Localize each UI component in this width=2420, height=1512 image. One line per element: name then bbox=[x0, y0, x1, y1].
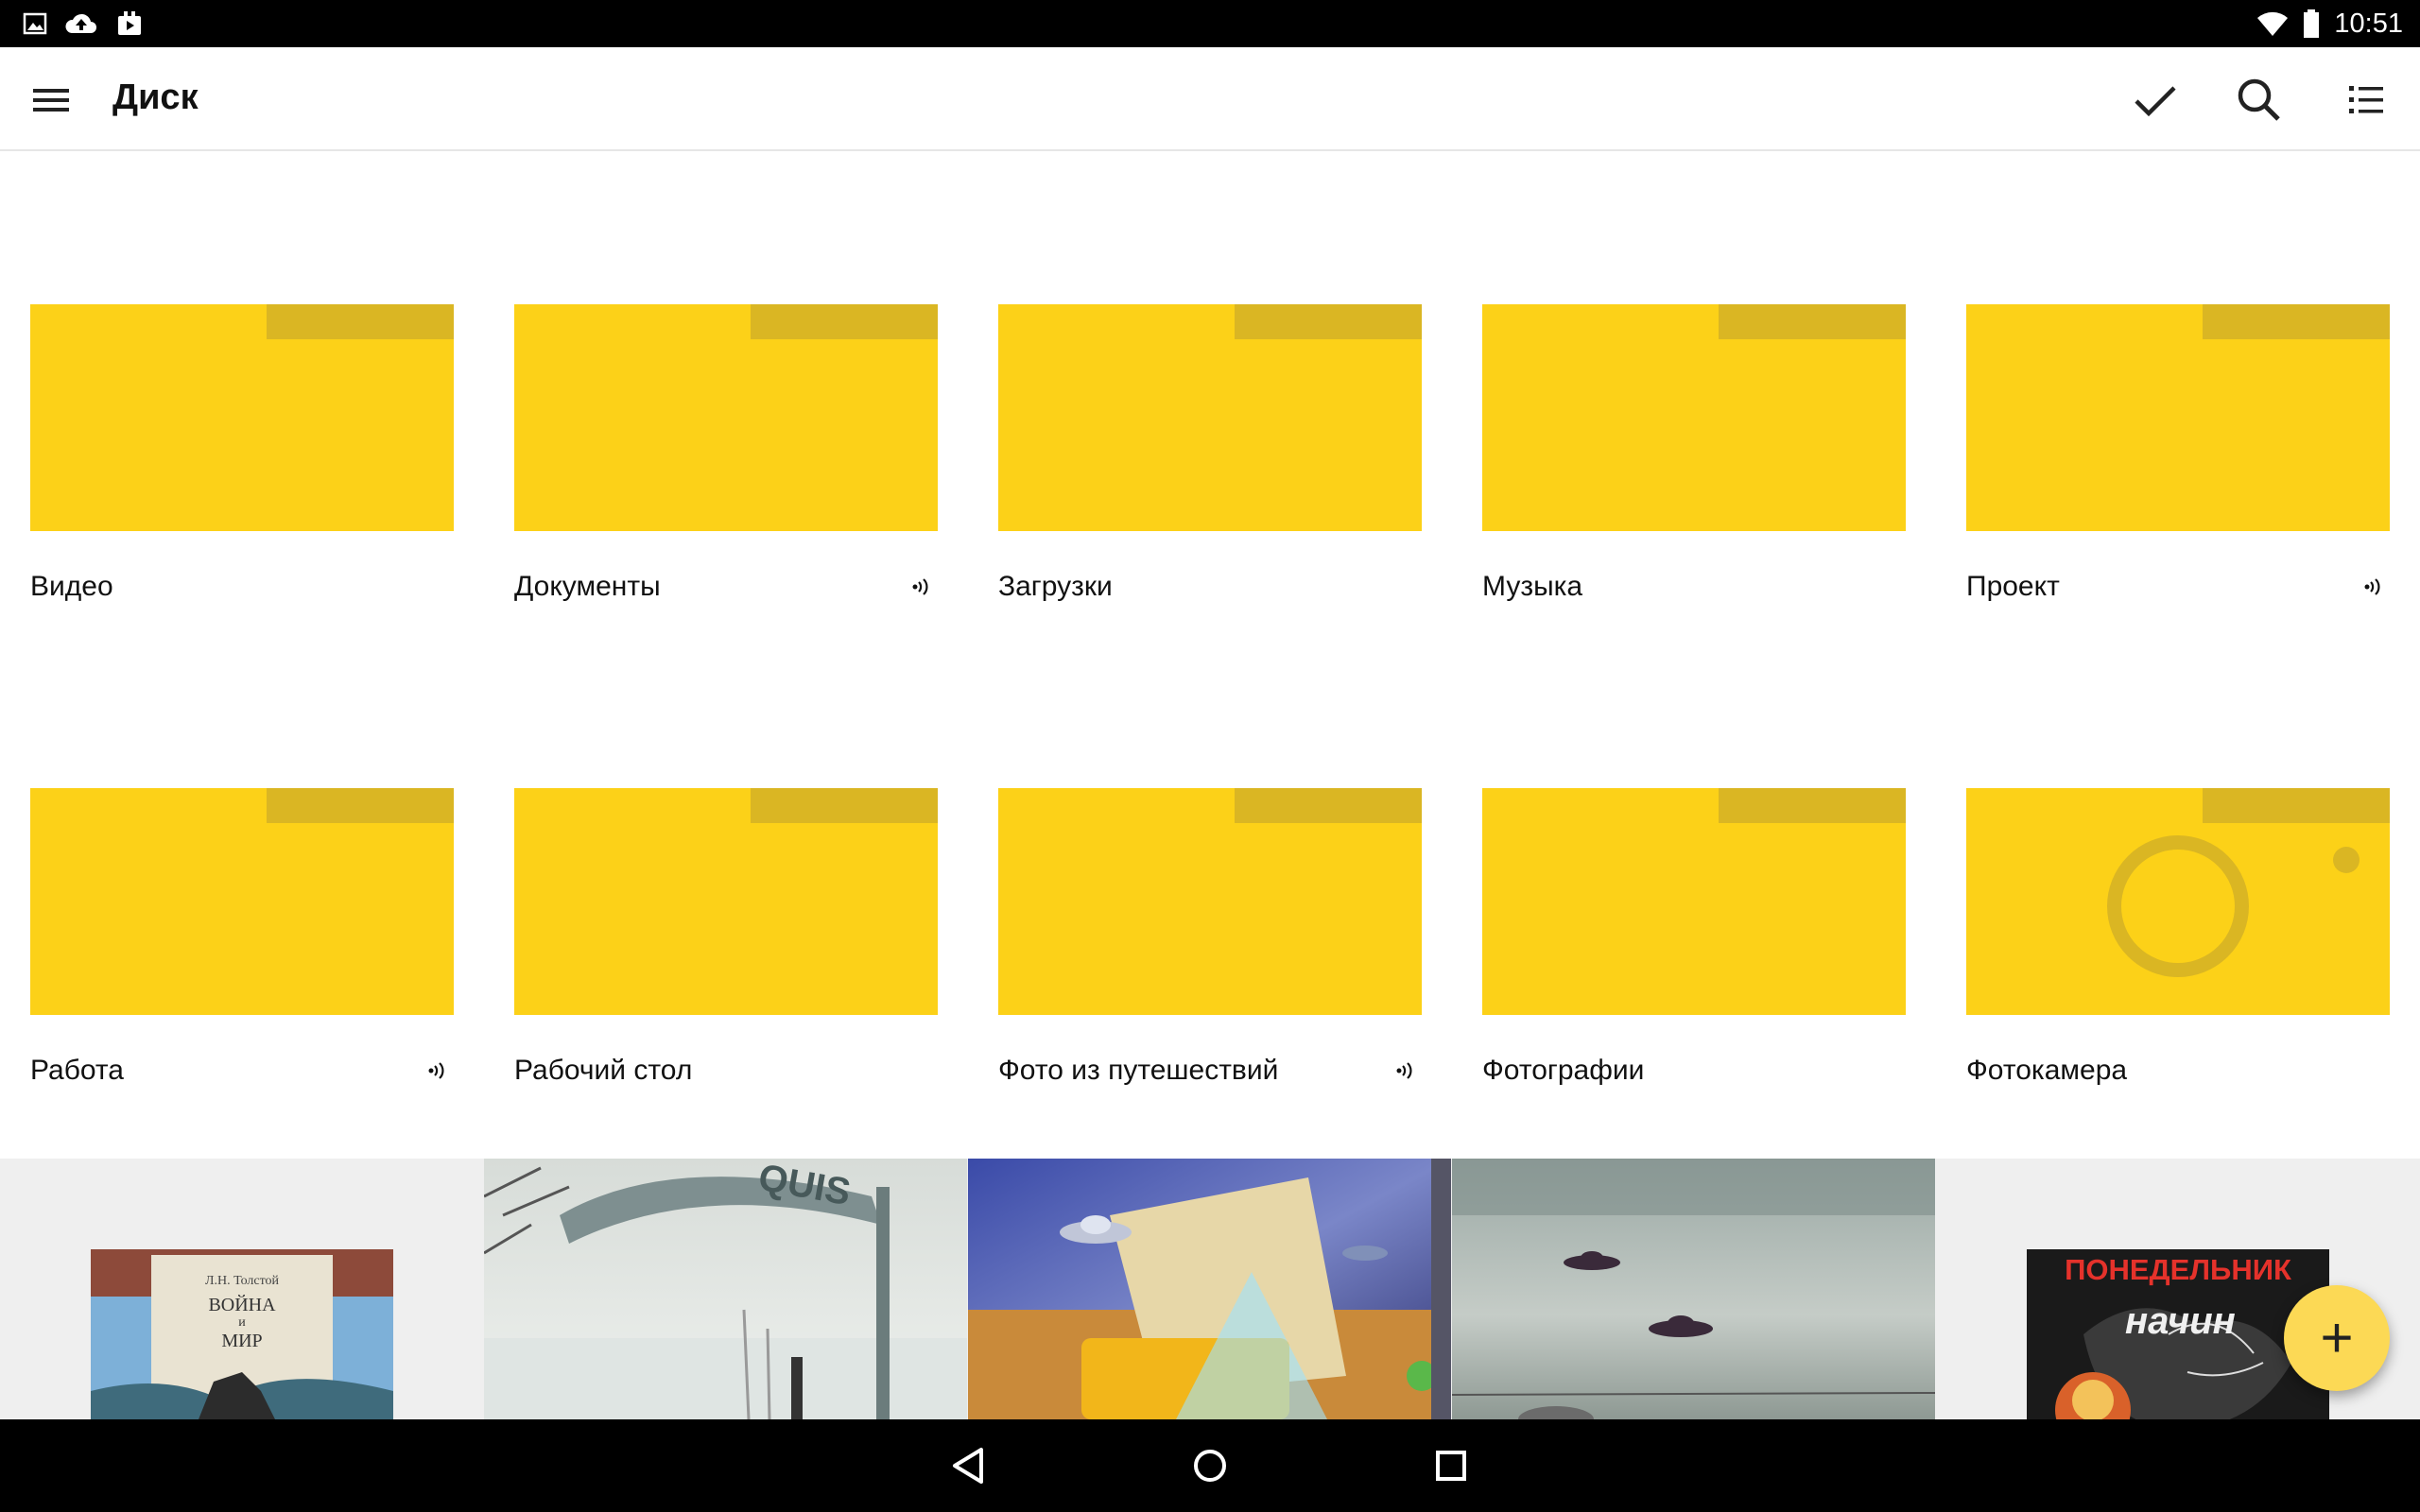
book-title: ВОЙНА bbox=[208, 1295, 276, 1315]
folder-item[interactable]: Музыка bbox=[1482, 304, 1906, 602]
folder-icon bbox=[1482, 304, 1906, 531]
camera-folder-icon bbox=[1966, 788, 2390, 1015]
home-icon[interactable] bbox=[1186, 1442, 1234, 1489]
book-title: ПОНЕДЕЛЬНИК bbox=[2065, 1253, 2291, 1286]
clock: 10:51 bbox=[2334, 8, 2403, 39]
folder-item[interactable]: Рабочий стол bbox=[514, 788, 938, 1086]
book-subtitle: начин bbox=[2125, 1300, 2236, 1342]
folder-name: Проект bbox=[1966, 571, 2060, 602]
folder-name: Рабочий стол bbox=[514, 1055, 693, 1086]
list-view-icon[interactable] bbox=[2335, 70, 2395, 130]
book-title: МИР bbox=[221, 1331, 263, 1351]
folder-name: Работа bbox=[30, 1055, 124, 1086]
image-icon bbox=[23, 12, 47, 35]
folder-name: Фотокамера bbox=[1966, 1055, 2128, 1086]
recents-icon[interactable] bbox=[1427, 1442, 1475, 1489]
folder-name: Загрузки bbox=[998, 571, 1113, 602]
shared-icon bbox=[1396, 1062, 1412, 1079]
app-bar: Диск bbox=[0, 47, 2420, 151]
folder-item[interactable]: Фотографии bbox=[1482, 788, 1906, 1086]
folder-icon bbox=[514, 788, 938, 1015]
folder-item[interactable]: Документы bbox=[514, 304, 938, 602]
shared-icon bbox=[428, 1062, 444, 1079]
download-queue-icon bbox=[118, 11, 141, 35]
folder-name: Фотографии bbox=[1482, 1055, 1645, 1086]
search-icon[interactable] bbox=[2229, 70, 2290, 130]
shared-icon bbox=[2364, 578, 2380, 595]
battery-icon bbox=[2304, 9, 2320, 38]
folder-icon bbox=[998, 304, 1422, 531]
page-title: Диск bbox=[112, 77, 199, 117]
folder-name: Документы bbox=[514, 571, 661, 602]
folder-item[interactable]: Фото из путешествий bbox=[998, 788, 1422, 1086]
book-title: и bbox=[238, 1315, 246, 1330]
folder-item[interactable]: Проект bbox=[1966, 304, 2390, 602]
folder-item[interactable]: Работа bbox=[30, 788, 454, 1086]
folder-name: Фото из путешествий bbox=[998, 1055, 1279, 1086]
folder-icon bbox=[1966, 304, 2390, 531]
wifi-icon bbox=[2257, 11, 2289, 37]
menu-icon[interactable] bbox=[25, 74, 78, 127]
folder-icon bbox=[30, 304, 454, 531]
photo-thumbnail[interactable] bbox=[968, 1159, 1451, 1419]
book-author: Л.Н. Толстой bbox=[204, 1274, 280, 1288]
sky-ufo-photo-image bbox=[1452, 1159, 1935, 1419]
folder-name: Музыка bbox=[1482, 571, 1583, 602]
folder-icon bbox=[1482, 788, 1906, 1015]
ufo-illustration-image bbox=[968, 1159, 1451, 1419]
folder-item[interactable]: Фотокамера bbox=[1966, 788, 2390, 1086]
navigation-bar bbox=[0, 1419, 2420, 1512]
back-icon[interactable] bbox=[945, 1442, 993, 1489]
status-bar: 10:51 bbox=[0, 0, 2420, 47]
shared-icon bbox=[912, 578, 928, 595]
folder-name: Видео bbox=[30, 571, 113, 602]
check-icon[interactable] bbox=[2125, 70, 2186, 130]
cloud-upload-icon bbox=[65, 13, 96, 33]
add-button[interactable]: + bbox=[2284, 1285, 2390, 1391]
photo-thumbnail[interactable] bbox=[1452, 1159, 1935, 1419]
folder-icon bbox=[998, 788, 1422, 1015]
folder-icon bbox=[30, 788, 454, 1015]
folder-item[interactable]: Видео bbox=[30, 304, 454, 602]
folder-item[interactable]: Загрузки bbox=[998, 304, 1422, 602]
landscape-photo-image bbox=[484, 1159, 967, 1419]
photo-thumbnail[interactable]: Л.Н. Толстой ВОЙНА и МИР bbox=[0, 1159, 483, 1419]
folder-icon bbox=[514, 304, 938, 531]
photo-thumbnail[interactable]: QUIS bbox=[484, 1159, 967, 1419]
photo-strip: Л.Н. Толстой ВОЙНА и МИР QUIS ПОНЕДЕЛЬНИ… bbox=[0, 1159, 2420, 1419]
